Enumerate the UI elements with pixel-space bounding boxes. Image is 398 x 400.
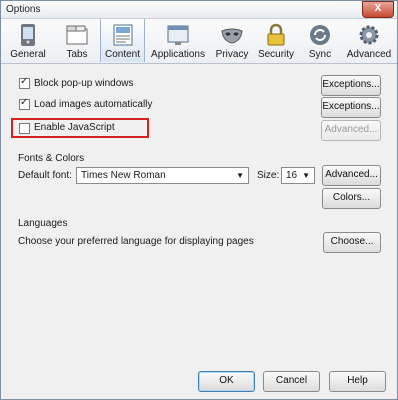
content-icon — [111, 23, 135, 50]
tab-general-label: General — [10, 49, 46, 60]
font-size-label: Size: — [257, 170, 280, 181]
sync-icon — [308, 23, 332, 50]
choose-language-button[interactable]: Choose... — [323, 232, 381, 253]
window-title: Options — [6, 4, 41, 15]
tab-advanced-label: Advanced — [346, 49, 392, 60]
tab-security[interactable]: Security — [256, 19, 296, 62]
tab-applications[interactable]: Applications — [149, 19, 207, 62]
content-pane: Block pop-up windows Exceptions... Load … — [1, 64, 397, 399]
font-size-value: 16 — [286, 170, 298, 181]
tab-tabs-label: Tabs — [66, 49, 88, 60]
ok-button[interactable]: OK — [198, 371, 255, 392]
javascript-advanced-button[interactable]: Advanced... — [321, 120, 381, 141]
tab-general[interactable]: General — [5, 19, 51, 62]
tab-content[interactable]: Content — [100, 19, 145, 62]
options-window: Options X General Tabs Content Applicati… — [0, 0, 398, 400]
languages-description: Choose your preferred language for displ… — [18, 236, 254, 247]
gear-icon — [357, 23, 381, 50]
tab-security-label: Security — [257, 49, 295, 60]
tab-content-label: Content — [104, 49, 141, 60]
applications-icon — [166, 23, 190, 50]
chevron-down-icon: ▼ — [302, 171, 310, 180]
chevron-down-icon: ▼ — [236, 171, 244, 180]
colors-button[interactable]: Colors... — [322, 188, 381, 209]
load-images-label: Load images automatically — [34, 99, 153, 110]
tab-privacy[interactable]: Privacy — [212, 19, 252, 62]
tab-sync[interactable]: Sync — [301, 19, 339, 62]
load-images-checkbox[interactable] — [19, 97, 30, 110]
tab-tabs[interactable]: Tabs — [55, 19, 99, 62]
close-button[interactable]: X — [362, 1, 394, 18]
tabs-icon — [65, 23, 89, 50]
tab-sync-label: Sync — [308, 49, 332, 60]
tab-advanced[interactable]: Advanced — [345, 19, 393, 62]
lock-icon — [264, 23, 288, 50]
help-button[interactable]: Help — [329, 371, 386, 392]
preferences-toolbar: General Tabs Content Applications Privac… — [1, 19, 397, 64]
languages-heading: Languages — [18, 218, 68, 229]
fonts-colors-heading: Fonts & Colors — [18, 153, 85, 164]
cancel-button[interactable]: Cancel — [263, 371, 320, 392]
mask-icon — [220, 23, 244, 50]
phone-icon — [18, 23, 38, 50]
default-font-value: Times New Roman — [81, 170, 166, 181]
tab-applications-label: Applications — [151, 49, 205, 60]
popup-exceptions-button[interactable]: Exceptions... — [321, 75, 381, 96]
block-popups-checkbox[interactable] — [19, 76, 30, 89]
font-size-select[interactable]: 16 ▼ — [281, 167, 315, 184]
default-font-label: Default font: — [18, 170, 72, 181]
default-font-select[interactable]: Times New Roman ▼ — [76, 167, 249, 184]
fonts-advanced-button[interactable]: Advanced... — [322, 165, 381, 186]
title-bar: Options X — [1, 1, 397, 19]
images-exceptions-button[interactable]: Exceptions... — [321, 97, 381, 118]
red-highlight-box — [11, 118, 149, 138]
tab-privacy-label: Privacy — [215, 49, 249, 60]
block-popups-label: Block pop-up windows — [34, 78, 134, 89]
